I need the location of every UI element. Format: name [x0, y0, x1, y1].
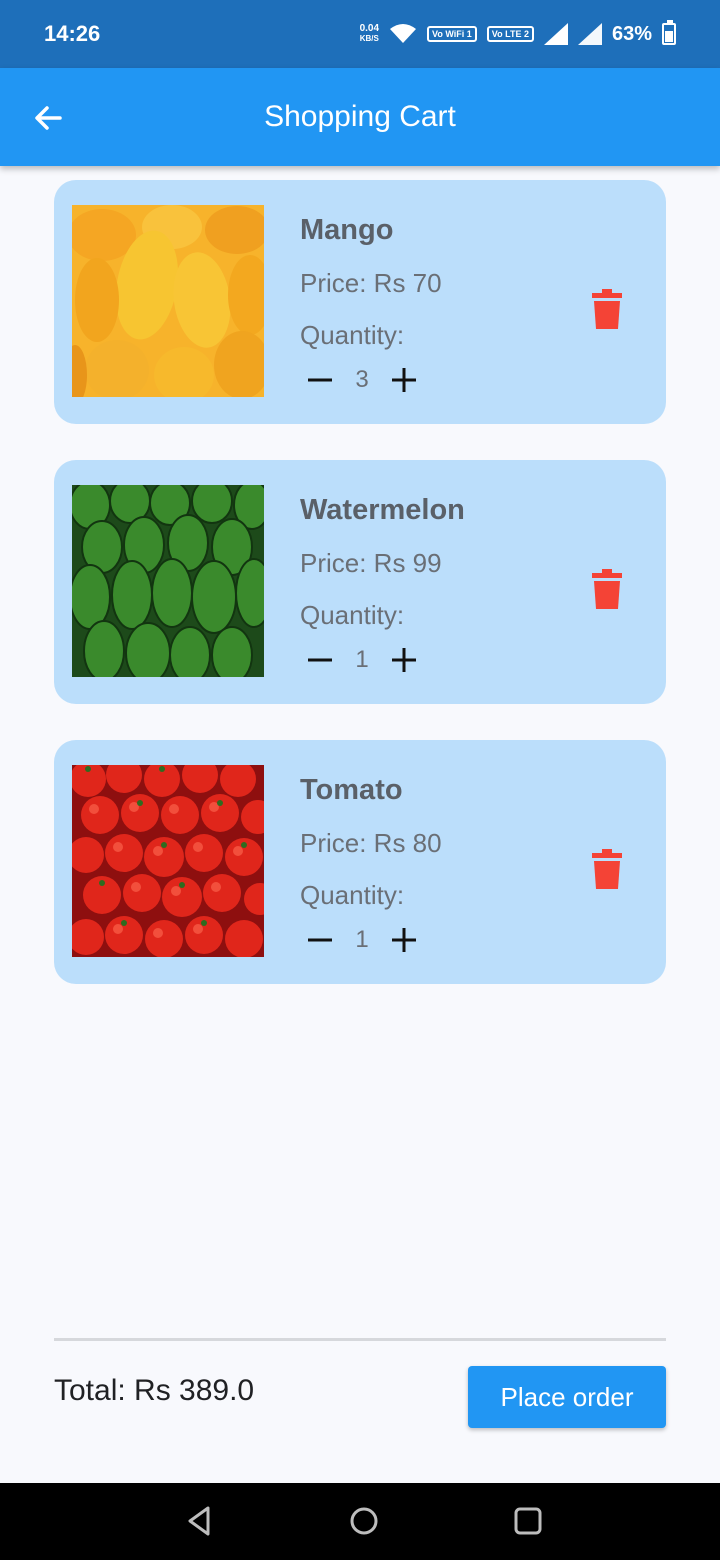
quantity-value: 1 [355, 926, 369, 953]
increase-quantity-button[interactable] [384, 920, 424, 960]
trash-icon [592, 289, 622, 329]
plus-icon [392, 648, 416, 672]
quantity-stepper: 3 [300, 360, 424, 400]
battery-icon [662, 20, 676, 45]
watermelon-image [72, 485, 264, 677]
delete-item-button[interactable] [588, 568, 626, 610]
trash-icon [592, 569, 622, 609]
item-name: Watermelon [300, 494, 465, 526]
home-circle-icon[interactable] [346, 1503, 382, 1539]
quantity-label: Quantity: [300, 600, 405, 630]
mango-image [72, 205, 264, 397]
decrease-quantity-button[interactable] [300, 920, 340, 960]
plus-icon [392, 928, 416, 952]
item-price: Price: Rs 70 [300, 268, 442, 298]
cart-item: Watermelon Price: Rs 99 Quantity: 1 [54, 460, 666, 704]
status-icons: 0.04 KB/S Vo WiFi 1 Vo LTE 2 63% [360, 20, 676, 46]
network-speed-value: 0.04 [359, 23, 380, 34]
delete-item-button[interactable] [588, 288, 626, 330]
cart-item: Tomato Price: Rs 80 Quantity: 1 [54, 740, 666, 984]
cart-item: Mango Price: Rs 70 Quantity: 3 [54, 180, 666, 424]
signal-icon [543, 23, 568, 45]
system-nav-bar [0, 1483, 720, 1560]
tomato-image [72, 765, 264, 957]
item-name: Tomato [300, 774, 403, 806]
increase-quantity-button[interactable] [384, 640, 424, 680]
decrease-quantity-button[interactable] [300, 640, 340, 680]
decrease-quantity-button[interactable] [300, 360, 340, 400]
volte-badge: Vo LTE 2 [486, 26, 534, 42]
footer-divider [54, 1338, 666, 1341]
delete-item-button[interactable] [588, 848, 626, 890]
quantity-label: Quantity: [300, 320, 405, 350]
increase-quantity-button[interactable] [384, 360, 424, 400]
minus-icon [308, 378, 332, 382]
quantity-label: Quantity: [300, 880, 405, 910]
battery-percent: 63% [611, 22, 652, 45]
status-bar: 14:26 0.04 KB/S Vo WiFi 1 Vo LTE 2 63% [0, 0, 720, 68]
minus-icon [308, 938, 332, 942]
status-time: 14:26 [44, 21, 101, 46]
minus-icon [308, 658, 332, 662]
cart-total: Total: Rs 389.0 [54, 1374, 255, 1407]
plus-icon [392, 368, 416, 392]
back-triangle-icon[interactable] [182, 1503, 218, 1539]
quantity-stepper: 1 [300, 920, 424, 960]
page-title: Shopping Cart [264, 100, 456, 133]
back-button[interactable] [28, 98, 68, 138]
trash-icon [592, 849, 622, 889]
wifi-icon [390, 24, 417, 43]
cart-list: Mango Price: Rs 70 Quantity: 3 Watermelo… [54, 180, 666, 1020]
item-price: Price: Rs 99 [300, 548, 442, 578]
network-speed-unit: KB/S [359, 34, 379, 43]
app-bar: Shopping Cart [0, 68, 720, 166]
place-order-button[interactable]: Place order [468, 1366, 666, 1428]
recents-square-icon[interactable] [510, 1503, 546, 1539]
battery-level [665, 30, 673, 42]
item-name: Mango [300, 214, 394, 246]
network-speed: 0.04 KB/S [360, 24, 379, 44]
signal-roaming-icon [577, 23, 602, 45]
quantity-stepper: 1 [300, 640, 424, 680]
quantity-value: 3 [355, 366, 369, 393]
arrow-left-icon [35, 106, 62, 130]
quantity-value: 1 [355, 646, 369, 673]
vowifi-badge: Vo WiFi 1 [427, 26, 477, 42]
item-price: Price: Rs 80 [300, 828, 442, 858]
